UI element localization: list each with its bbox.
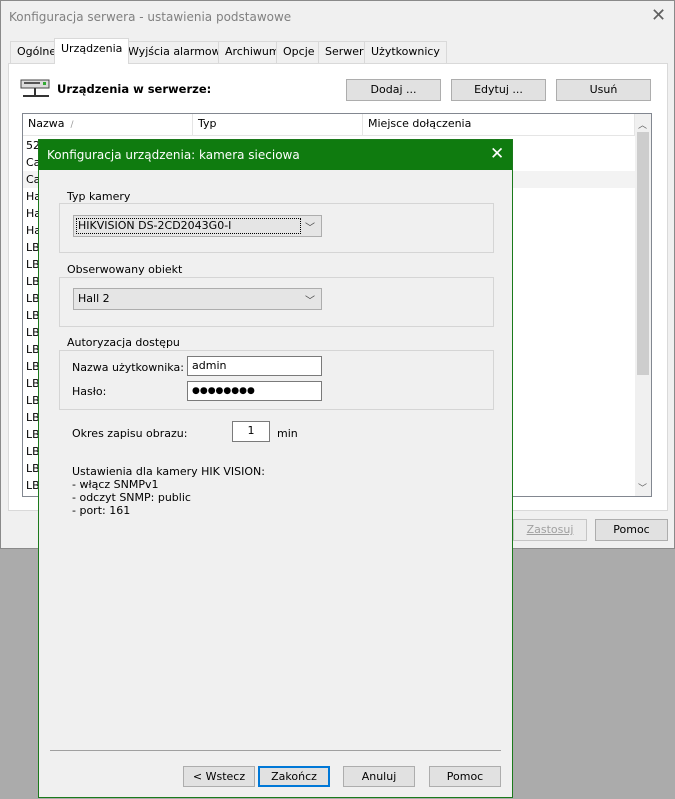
tab-devices[interactable]: Urządzenia (54, 38, 130, 64)
password-input[interactable]: ●●●●●●●● (187, 381, 322, 401)
record-period-label: Okres zapisu obrazu: (72, 427, 188, 440)
record-period-unit: min (277, 427, 298, 440)
observed-object-value: Hall 2 (78, 292, 110, 305)
camera-type-select[interactable]: HIKVISION DS-2CD2043G0-I ﹀ (73, 215, 322, 237)
scrollbar-thumb[interactable] (637, 132, 649, 375)
help-button[interactable]: Pomoc (429, 766, 501, 787)
camera-info-text: Ustawienia dla kamery HIK VISION: - włąc… (72, 465, 265, 517)
info-line: - włącz SNMPv1 (72, 478, 159, 491)
cancel-button[interactable]: Anuluj (343, 766, 415, 787)
window-title: Konfiguracja serwera - ustawienia podsta… (9, 10, 292, 24)
tab-options[interactable]: Opcje (276, 41, 322, 63)
divider (50, 750, 501, 751)
camera-type-value: HIKVISION DS-2CD2043G0-I (76, 218, 301, 234)
remove-device-button[interactable]: Usuń (556, 79, 651, 101)
scroll-down-icon[interactable]: ﹀ (638, 481, 647, 494)
column-header-name[interactable]: Nazwa ∕ (23, 114, 193, 136)
camera-type-label: Typ kamery (64, 190, 134, 203)
dialog-close-icon[interactable]: ✕ (490, 145, 504, 163)
devices-section-title: Urządzenia w serwerze: (57, 82, 212, 96)
username-label: Nazwa użytkownika: (72, 361, 184, 374)
observed-object-select[interactable]: Hall 2 ﹀ (73, 288, 322, 310)
column-header-type[interactable]: Typ (193, 114, 363, 136)
finish-button[interactable]: Zakończ (258, 766, 330, 787)
back-button[interactable]: < Wstecz (183, 766, 255, 787)
auth-label: Autoryzacja dostępu (64, 336, 183, 349)
column-header-location[interactable]: Miejsce dołączenia (363, 114, 635, 136)
dialog-titlebar: Konfiguracja urządzenia: kamera sieciowa… (39, 140, 512, 170)
list-scrollbar[interactable]: ︿ ﹀ (635, 114, 651, 496)
observed-object-label: Obserwowany obiekt (64, 263, 186, 276)
tab-server[interactable]: Serwer (318, 41, 371, 63)
back-help-button[interactable]: Pomoc (595, 519, 668, 541)
record-period-input[interactable]: 1 (232, 421, 270, 442)
password-label: Hasło: (72, 385, 107, 398)
chevron-down-icon: ﹀ (305, 296, 315, 307)
server-icon (20, 78, 52, 102)
tab-users[interactable]: Użytkownicy (364, 41, 447, 63)
chevron-down-icon: ﹀ (305, 223, 315, 234)
info-line: Ustawienia dla kamery HIK VISION: (72, 465, 265, 478)
dialog-title: Konfiguracja urządzenia: kamera sieciowa (47, 148, 300, 162)
close-icon[interactable]: ✕ (651, 7, 666, 25)
info-line: - port: 161 (72, 504, 131, 517)
add-device-button[interactable]: Dodaj ... (346, 79, 441, 101)
edit-device-button[interactable]: Edytuj ... (451, 79, 546, 101)
apply-button[interactable]: Zastosuj (513, 519, 587, 541)
info-line: - odczyt SNMP: public (72, 491, 191, 504)
device-config-dialog: Konfiguracja urządzenia: kamera sieciowa… (38, 139, 513, 798)
scroll-up-icon[interactable]: ︿ (638, 118, 647, 131)
username-input[interactable]: admin (187, 356, 322, 376)
